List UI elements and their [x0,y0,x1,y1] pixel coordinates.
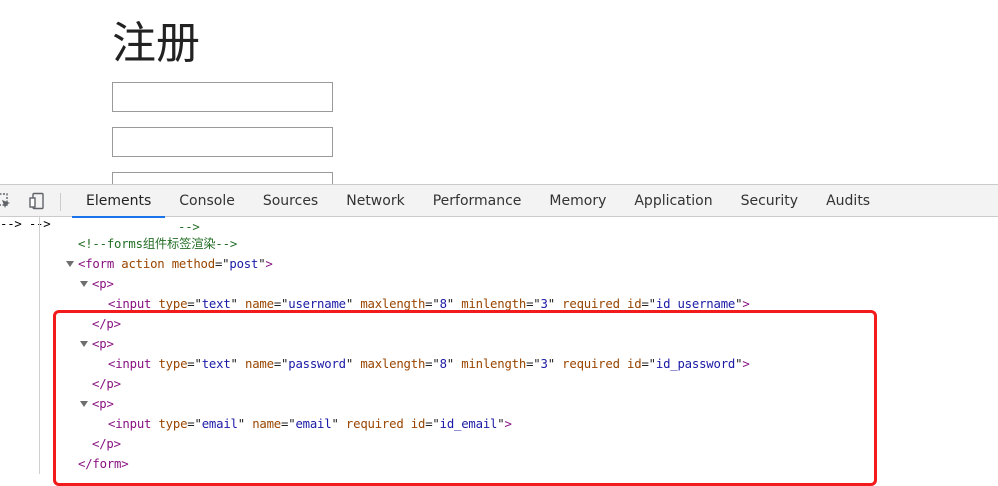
input-password-line[interactable]: <input type="text" name="password" maxle… [108,354,750,374]
tab-audits[interactable]: Audits [812,185,884,218]
p-open-line[interactable]: <p> [92,394,114,414]
comment-forms-line[interactable]: <!--forms组件标签渲染--> [78,234,237,254]
input-username-line[interactable]: <input type="text" name="username" maxle… [108,294,750,314]
p-open-line[interactable]: <p> [92,334,114,354]
devtools-tabs: Elements Console Sources Network Perform… [72,185,884,218]
expand-p-icon[interactable] [80,401,88,407]
toolbar-separator [60,193,61,211]
input-email-line[interactable]: <input type="email" name="email" require… [108,414,512,434]
red-highlight-box [53,310,877,486]
tab-console[interactable]: Console [165,185,249,218]
webpage-viewport: 注册 [0,0,998,184]
p-open-line[interactable]: <p> [92,274,114,294]
p-close-line[interactable]: </p> [92,314,121,334]
elements-dom-tree: --> --> --> <!--forms组件标签渲染--> <form act… [0,217,998,486]
p-close-line[interactable]: </p> [92,374,121,394]
devtools-toolbar: Elements Console Sources Network Perform… [0,184,998,218]
expand-p-icon[interactable] [80,281,88,287]
tab-performance[interactable]: Performance [419,185,536,218]
username-input[interactable] [112,82,333,112]
tab-sources[interactable]: Sources [249,185,332,218]
form-close-line[interactable]: </form> [78,454,129,474]
tab-security[interactable]: Security [727,185,813,218]
tab-elements[interactable]: Elements [72,185,166,218]
device-toolbar-icon[interactable] [29,192,47,210]
tab-application[interactable]: Application [620,185,726,218]
password-input[interactable] [112,127,333,157]
expand-form-icon[interactable] [66,261,74,267]
p-close-line[interactable]: </p> [92,434,121,454]
tab-memory[interactable]: Memory [535,185,620,218]
devtools-panel: Elements Console Sources Network Perform… [0,184,998,486]
email-input[interactable] [112,172,333,184]
tab-network[interactable]: Network [332,185,418,218]
inspect-element-icon[interactable] [0,192,12,210]
page-title: 注册 [112,18,200,69]
form-open-line[interactable]: <form action method="post"> [78,254,273,274]
expand-p-icon[interactable] [80,341,88,347]
dom-tree-guide [39,217,40,474]
